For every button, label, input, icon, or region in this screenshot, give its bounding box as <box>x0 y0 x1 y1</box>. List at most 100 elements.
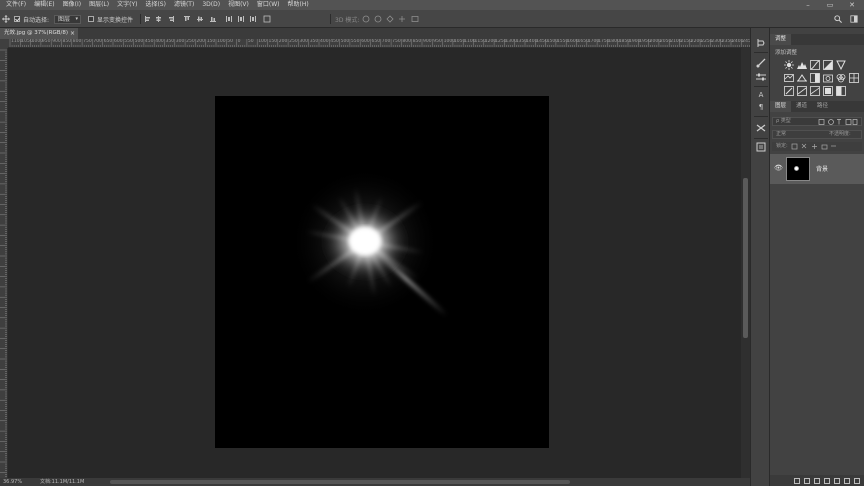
lock-label: 锁定: <box>776 143 788 149</box>
gradient-map-icon[interactable] <box>836 86 846 96</box>
layer-style-icon[interactable] <box>804 477 810 484</box>
ruler-tick-label: 200 <box>196 39 205 44</box>
curves-icon[interactable] <box>810 60 820 70</box>
vertical-scrollbar[interactable] <box>741 48 750 478</box>
ruler-tick-label: 550 <box>350 39 360 44</box>
document-workspace[interactable] <box>8 48 741 478</box>
zoom-level[interactable]: 36.97% <box>3 478 22 486</box>
exposure-icon[interactable] <box>823 60 833 70</box>
history-panel-icon[interactable] <box>755 38 767 48</box>
ruler-tick-label: 250 <box>186 39 195 44</box>
document-tab-close-icon[interactable]: × <box>70 28 75 39</box>
menu-view[interactable]: 视图(V) <box>224 0 253 10</box>
ruler-tick-label: 2450 <box>742 39 750 44</box>
blend-opacity-row: 正常 不透明度: <box>772 130 862 139</box>
layer-filter-label: ρ 类型 <box>776 118 791 124</box>
selective-color-icon[interactable] <box>823 86 833 96</box>
document-canvas[interactable] <box>215 96 549 448</box>
minimize-button[interactable]: – <box>797 0 819 10</box>
color-lookup-icon[interactable] <box>849 73 859 83</box>
ruler-tick-label: 800 <box>402 39 411 44</box>
tab-paths[interactable]: 路径 <box>812 101 833 112</box>
search-button[interactable] <box>834 14 842 24</box>
ruler-tick-label: 850 <box>62 39 72 44</box>
photo-filter-icon[interactable] <box>823 73 833 83</box>
horizontal-scrollbar[interactable] <box>110 480 570 484</box>
channel-mixer-icon[interactable] <box>836 73 846 83</box>
new-layer-icon[interactable] <box>844 477 850 484</box>
tab-adjustments[interactable]: 调整 <box>770 34 792 45</box>
menu-type[interactable]: 文字(Y) <box>113 0 141 10</box>
adjustments-sliders-icon[interactable] <box>755 72 767 82</box>
new-group-icon[interactable] <box>834 477 840 484</box>
ruler-tick-label: 800 <box>72 39 82 44</box>
tab-strip <box>78 28 750 39</box>
ruler-tick-label: 100 <box>217 39 226 44</box>
show-transform-checkbox[interactable] <box>88 16 94 22</box>
vertical-ruler[interactable] <box>0 48 8 478</box>
color-balance-icon[interactable] <box>797 73 807 83</box>
menu-edit[interactable]: 编辑(E) <box>30 0 58 10</box>
close-window-button[interactable]: ✕ <box>841 0 863 10</box>
paragraph-panel-icon[interactable]: ¶ <box>755 102 767 112</box>
ruler-tick-label: 0 <box>237 39 241 44</box>
menu-help[interactable]: 帮助(H) <box>284 0 313 10</box>
layer-visibility-eye-icon[interactable]: 👁 <box>774 164 783 172</box>
align-buttons-group <box>144 14 274 24</box>
hue-saturation-icon[interactable] <box>784 73 794 83</box>
workspace-switcher-button[interactable] <box>850 14 858 24</box>
ruler-tick-label: 850 <box>412 39 422 44</box>
ruler-tick-label: 450 <box>330 39 339 44</box>
ruler-tick-label: 700 <box>381 39 391 44</box>
auto-select-target-dropdown[interactable]: 图层 <box>54 14 82 24</box>
layer-filter-row[interactable]: ρ 类型 <box>772 117 862 126</box>
add-mask-icon[interactable] <box>814 477 820 484</box>
threshold-icon[interactable] <box>810 86 820 96</box>
right-panels: 调整 添加调整 图层 通道 路径 ρ 类型 正常 不透明度: 锁定: 👁 背景 <box>770 28 864 486</box>
vibrance-icon[interactable] <box>836 60 846 70</box>
auto-select-checkbox[interactable] <box>14 16 20 22</box>
tab-layers[interactable]: 图层 <box>770 101 792 112</box>
delete-layer-icon[interactable] <box>854 477 860 484</box>
ruler-tick-label: 900 <box>423 39 432 44</box>
tab-channels[interactable]: 通道 <box>791 101 812 112</box>
auto-select-toggle[interactable]: 自动选择: <box>14 14 49 24</box>
posterize-icon[interactable] <box>797 86 807 96</box>
document-tab[interactable]: 光效.jpg @ 37%(RGB/8) × <box>0 28 78 39</box>
menu-layer[interactable]: 图层(L) <box>85 0 113 10</box>
new-adjustment-layer-icon[interactable] <box>824 477 830 484</box>
invert-icon[interactable] <box>784 86 794 96</box>
adjustment-icons-row-2 <box>784 73 860 83</box>
menu-file[interactable]: 文件(F) <box>2 0 30 10</box>
properties-panel-icon[interactable] <box>755 142 767 152</box>
document-size-info[interactable]: 文档:11.1M/11.1M <box>40 478 84 486</box>
menu-3d[interactable]: 3D(D) <box>198 0 224 10</box>
horizontal-ruler[interactable]: 1100 1050 1000 950 900 850 800 750 700 650 600 550 5… <box>8 39 750 48</box>
levels-icon[interactable] <box>797 60 807 70</box>
menu-image[interactable]: 图像(I) <box>59 0 85 10</box>
layer-row-background[interactable]: 👁 背景 <box>770 154 864 184</box>
menu-window[interactable]: 窗口(W) <box>253 0 284 10</box>
status-bar: 36.97% 文档:11.1M/11.1M <box>0 478 750 486</box>
brightness-contrast-icon[interactable] <box>784 60 794 70</box>
layer-name: 背景 <box>816 166 829 173</box>
maximize-button[interactable]: ▭ <box>819 0 841 10</box>
menu-select[interactable]: 选择(S) <box>141 0 170 10</box>
ruler-tick-label: 150 <box>268 39 278 44</box>
move-tool-preset-button[interactable] <box>2 14 10 24</box>
character-panel-icon[interactable]: A <box>755 90 767 100</box>
link-layers-icon[interactable] <box>794 477 800 484</box>
menu-bar: 文件(F) 编辑(E) 图像(I) 图层(L) 文字(Y) 选择(S) 滤镜(T… <box>0 0 864 10</box>
layers-panel-tabs: 图层 通道 路径 <box>770 101 864 112</box>
vertical-scrollbar-thumb[interactable] <box>743 178 748 338</box>
black-white-icon[interactable] <box>810 73 820 83</box>
layer-thumbnail <box>786 157 810 181</box>
blend-mode-dropdown[interactable]: 正常 <box>776 131 786 137</box>
show-transform-toggle[interactable]: 显示变换控件 <box>88 14 133 24</box>
move-tool-icon <box>2 15 10 23</box>
show-transform-label: 显示变换控件 <box>97 16 134 24</box>
menu-filter[interactable]: 滤镜(T) <box>170 0 198 10</box>
brush-panel-icon[interactable] <box>755 58 767 68</box>
align-icons <box>145 15 271 23</box>
tool-presets-icon[interactable] <box>755 123 767 133</box>
